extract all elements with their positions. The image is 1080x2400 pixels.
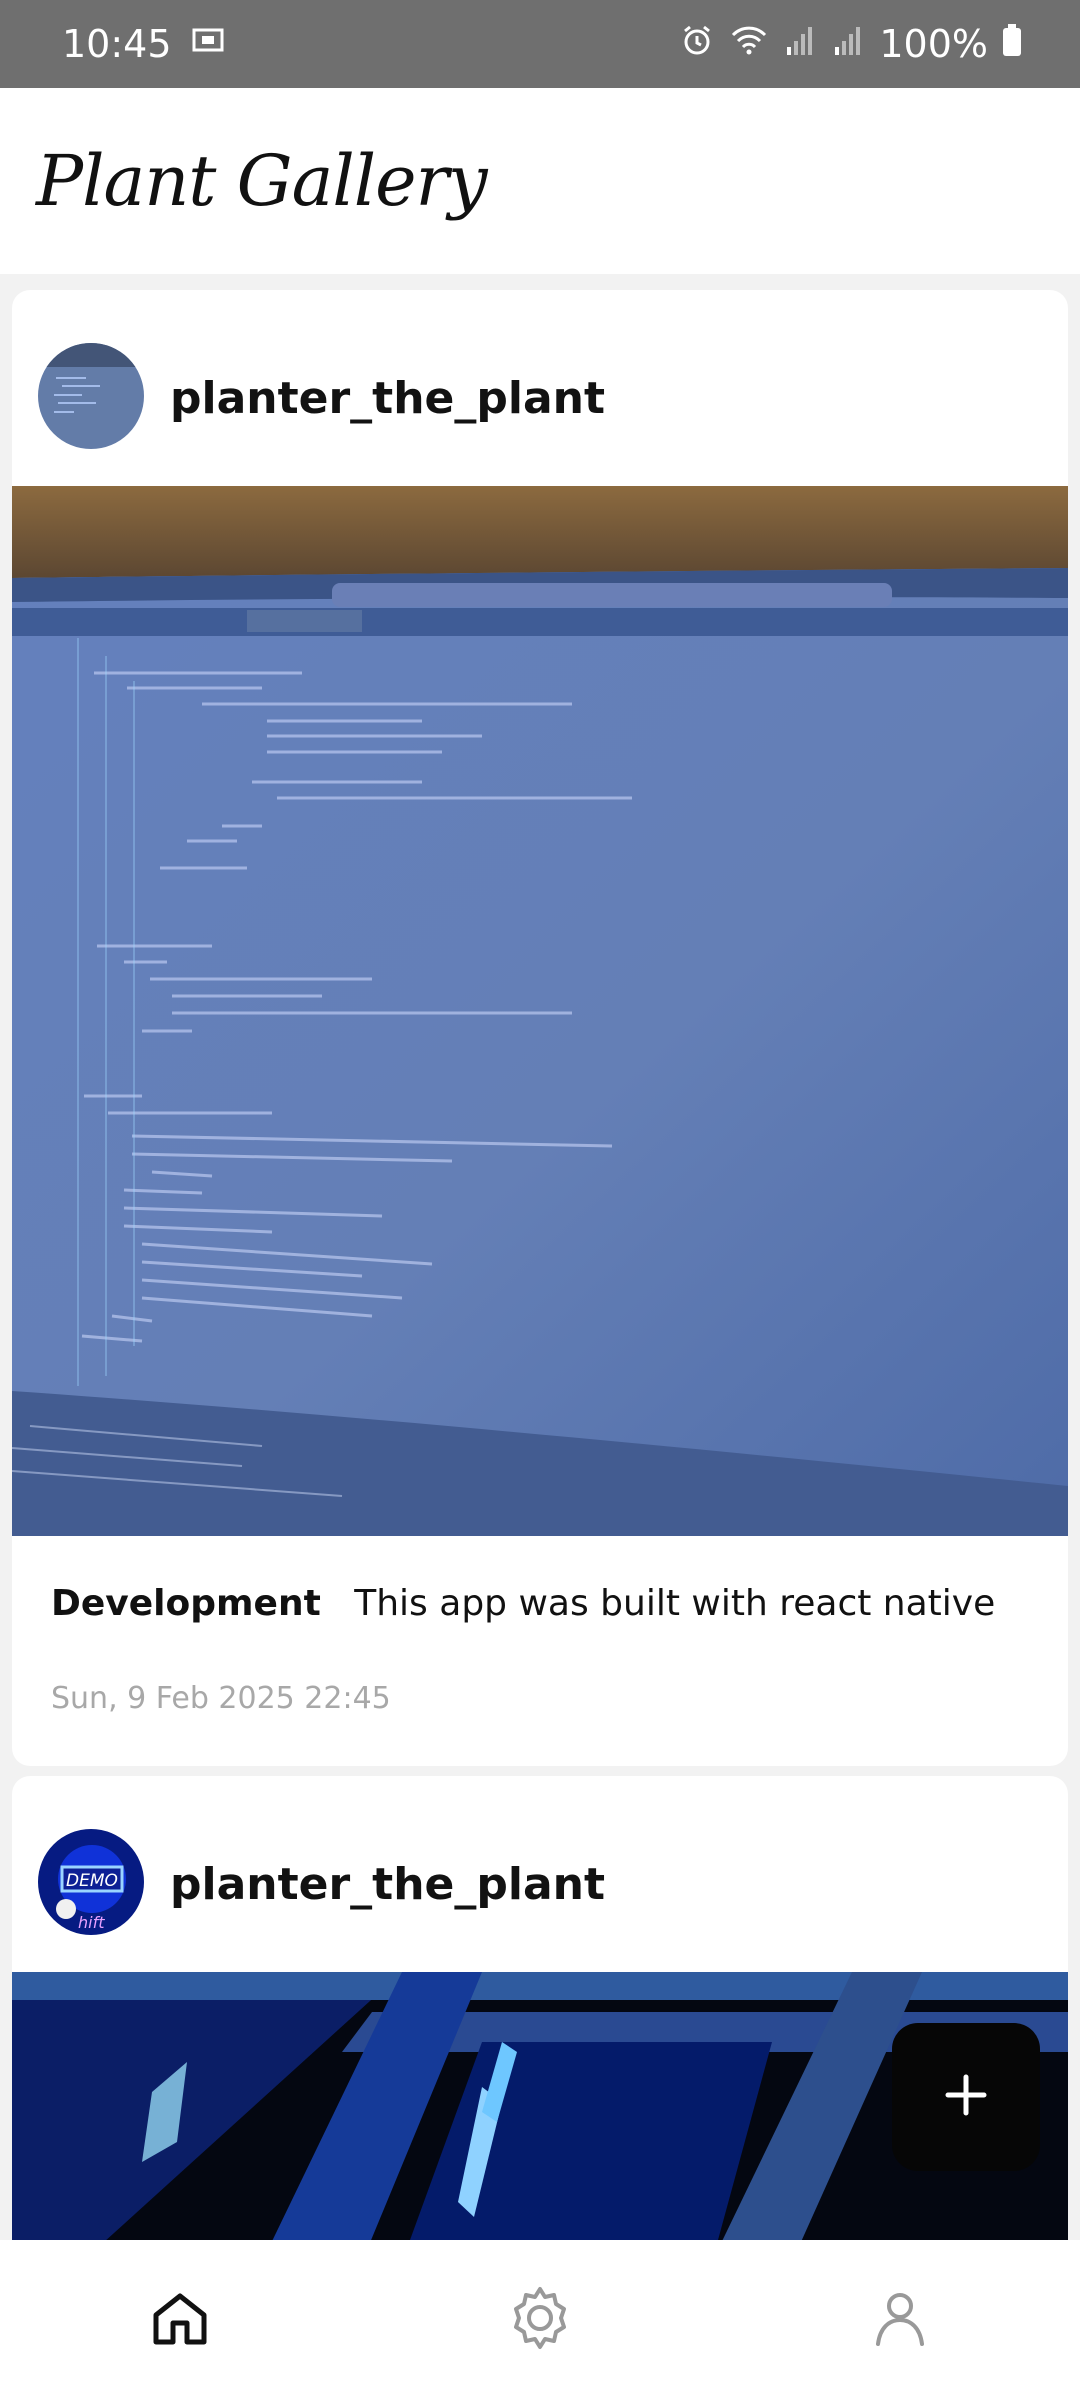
post-image — [12, 486, 1068, 1536]
avatar[interactable] — [38, 343, 144, 449]
screen-record-icon — [190, 22, 226, 67]
plus-icon — [944, 2073, 988, 2121]
nav-home[interactable] — [120, 2260, 240, 2380]
post-header: planter_the_plant — [12, 290, 1068, 486]
post-username[interactable]: planter_the_plant — [170, 373, 605, 424]
avatar[interactable]: DEMO hift — [38, 1829, 144, 1935]
post-caption: Development This app was built with reac… — [51, 1583, 995, 1624]
page-title: Plant Gallery — [36, 140, 488, 222]
post-feed[interactable]: planter_the_plant Development This app w… — [0, 274, 1080, 2240]
post-description: This app was built with react native — [354, 1583, 996, 1624]
avatar-logo-text: DEMO — [66, 1871, 118, 1891]
add-post-button[interactable] — [892, 2023, 1040, 2171]
home-icon — [148, 2286, 212, 2354]
post-category: Development — [51, 1583, 321, 1624]
gear-icon — [505, 2283, 575, 2357]
status-time: 10:45 — [62, 22, 172, 66]
post-username[interactable]: planter_the_plant — [170, 1859, 605, 1910]
post-card[interactable]: DEMO hift planter_the_plant — [12, 1776, 1068, 2240]
battery-text: 100% — [879, 22, 988, 66]
user-icon — [868, 2286, 932, 2354]
avatar-logo-subtext: hift — [78, 1913, 105, 1932]
wifi-icon — [729, 22, 769, 66]
alarm-icon — [679, 22, 715, 67]
post-card[interactable]: planter_the_plant Development This app w… — [12, 290, 1068, 1766]
app-header: Plant Gallery — [0, 88, 1080, 274]
nav-profile[interactable] — [840, 2260, 960, 2380]
post-header: DEMO hift planter_the_plant — [12, 1776, 1068, 1972]
signal-icon — [783, 22, 817, 66]
signal-icon — [831, 22, 865, 66]
status-bar: 10:45 100% — [0, 0, 1080, 88]
battery-icon — [1002, 22, 1022, 66]
nav-settings[interactable] — [480, 2260, 600, 2380]
bottom-navigation — [0, 2240, 1080, 2400]
post-date: Sun, 9 Feb 2025 22:45 — [51, 1681, 391, 1716]
status-left: 10:45 — [62, 22, 226, 67]
status-right: 100% — [679, 22, 1022, 67]
